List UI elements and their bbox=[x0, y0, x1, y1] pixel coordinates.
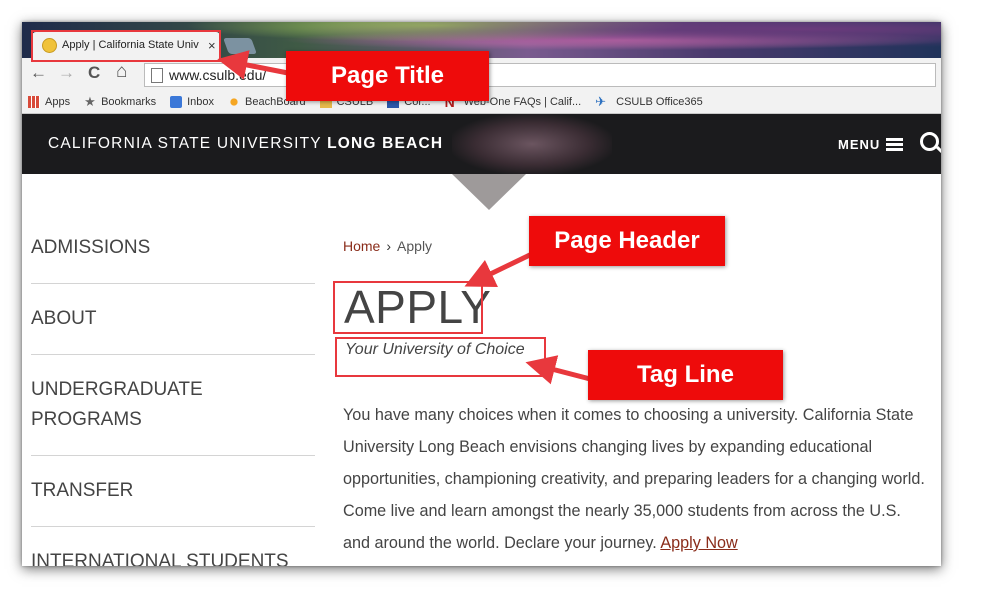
sidebar-item-admissions[interactable]: ADMISSIONS bbox=[31, 233, 315, 263]
tag-line-highlight-box bbox=[335, 337, 546, 377]
plane-icon: ✈ bbox=[595, 93, 607, 109]
page-title-highlight-box bbox=[31, 30, 221, 62]
bookmark-apps[interactable]: Apps bbox=[28, 95, 71, 108]
apps-grid-icon bbox=[28, 95, 40, 108]
page-icon bbox=[151, 67, 163, 83]
page-title-callout: Page Title bbox=[286, 51, 489, 101]
page-header-callout: Page Header bbox=[529, 216, 725, 266]
site-header: CALIFORNIA STATE UNIVERSITY LONG BEACH M… bbox=[22, 114, 941, 174]
reload-button[interactable]: C bbox=[88, 63, 100, 83]
brand-bold: LONG BEACH bbox=[327, 135, 444, 152]
new-tab-button[interactable] bbox=[223, 38, 257, 54]
bookmark-label: CSULB Office365 bbox=[616, 95, 703, 108]
home-button[interactable]: ⌂ bbox=[116, 61, 127, 83]
apply-now-link[interactable]: Apply Now bbox=[660, 534, 737, 552]
divider bbox=[31, 455, 315, 456]
intro-text: You have many choices when it comes to c… bbox=[343, 406, 925, 552]
bookmark-label: Inbox bbox=[187, 95, 215, 108]
inbox-icon bbox=[170, 95, 183, 108]
hamburger-icon bbox=[886, 136, 904, 153]
brand-light: CALIFORNIA STATE UNIVERSITY bbox=[48, 135, 328, 152]
header-pointer bbox=[452, 174, 526, 210]
bookmark-inbox[interactable]: Inbox bbox=[170, 95, 215, 108]
sidebar-item-transfer[interactable]: TRANSFER bbox=[31, 476, 315, 506]
breadcrumb-home-link[interactable]: Home bbox=[343, 238, 380, 254]
breadcrumb-separator: › bbox=[386, 238, 392, 254]
back-button[interactable]: ← bbox=[30, 63, 47, 83]
divider bbox=[31, 526, 315, 527]
bookmark-label: Bookmarks bbox=[101, 95, 157, 108]
divider bbox=[31, 354, 315, 355]
sun-icon bbox=[228, 95, 241, 108]
header-photo bbox=[452, 114, 612, 174]
breadcrumb-current: Apply bbox=[397, 238, 433, 254]
address-bar[interactable]: www.csulb.edu/ bbox=[144, 63, 936, 87]
address-text: www.csulb.edu/ bbox=[169, 67, 267, 83]
divider bbox=[31, 283, 315, 284]
site-logo[interactable]: CALIFORNIA STATE UNIVERSITY LONG BEACH bbox=[48, 135, 443, 153]
bookmark-office365[interactable]: ✈ CSULB Office365 bbox=[595, 93, 703, 109]
page-header-highlight-box bbox=[333, 281, 483, 334]
sidebar-item-international-students[interactable]: INTERNATIONAL STUDENTS bbox=[31, 547, 315, 566]
search-icon[interactable] bbox=[920, 132, 939, 151]
breadcrumb: Home › Apply bbox=[343, 238, 432, 254]
intro-paragraph: You have many choices when it comes to c… bbox=[343, 399, 928, 559]
sidebar-item-undergraduate-programs[interactable]: UNDERGRADUATE PROGRAMS bbox=[31, 375, 231, 435]
forward-button[interactable]: → bbox=[58, 63, 75, 83]
bookmark-bookmarks[interactable]: ★ Bookmarks bbox=[84, 93, 157, 109]
menu-button[interactable]: MENU bbox=[838, 136, 904, 153]
sidebar-item-about[interactable]: ABOUT bbox=[31, 304, 315, 334]
menu-label: MENU bbox=[838, 137, 881, 152]
star-icon: ★ bbox=[84, 93, 96, 109]
bookmark-label: Apps bbox=[45, 95, 71, 108]
tag-line-callout: Tag Line bbox=[588, 350, 783, 400]
